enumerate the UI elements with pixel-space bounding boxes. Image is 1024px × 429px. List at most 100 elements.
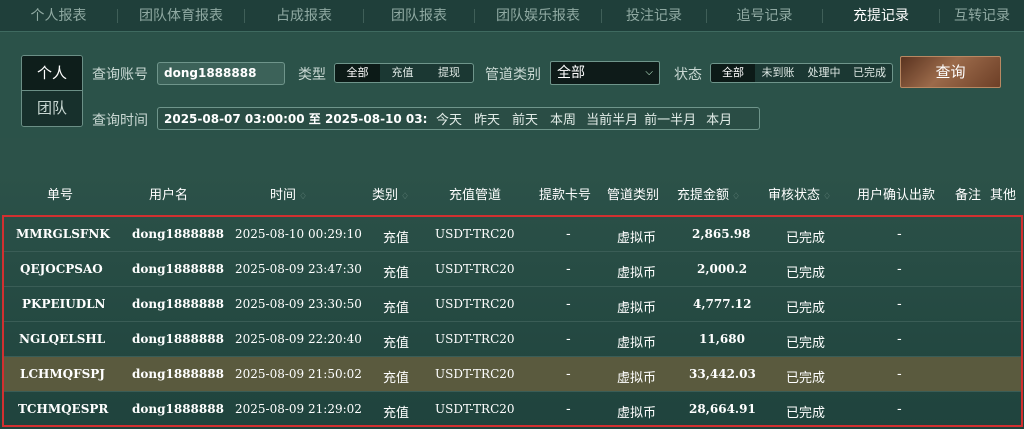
cell-category: 充值 [383,406,410,421]
header-review-status[interactable]: 审核状态 ♢ [768,184,831,203]
status-all-option[interactable]: 全部 [711,64,755,82]
header-order-id: 单号 [47,188,74,203]
cell-channel: USDT-TRC20 [435,367,515,381]
tab-personal-report[interactable]: 个人报表 [0,0,117,32]
cell-time: 2025-08-10 00:29:10 [235,227,362,241]
cell-card: - [566,367,571,382]
channel-type-label: 管道类别 [485,67,541,83]
type-all-option[interactable]: 全部 [335,64,380,82]
cell-time: 2025-08-09 21:50:02 [235,367,362,381]
cell-channel-type: 虚拟币 [617,266,657,281]
cell-time: 2025-08-09 23:47:30 [235,262,362,276]
cell-amount: 11,680 [699,332,745,346]
cell-review-status: 已完成 [786,406,826,421]
range-this-week[interactable]: 本周 [550,109,576,128]
sort-icon: ♢ [401,192,410,202]
cell-category: 充值 [383,336,410,351]
status-not-arrived-option[interactable]: 未到账 [755,64,801,82]
cell-review-status: 已完成 [786,336,826,351]
range-this-month[interactable]: 本月 [706,109,732,128]
cell-channel: USDT-TRC20 [435,297,515,311]
tab-transfer-records[interactable]: 互转记录 [940,0,1024,32]
header-review-status-label: 审核状态 [768,188,821,203]
header-withdraw-card: 提款卡号 [539,188,592,203]
table-row[interactable]: LCHMQFSPJ dong1888888 2025-08-09 21:50:0… [4,357,1021,392]
header-category[interactable]: 类别 ♢ [372,184,409,203]
table-row[interactable]: TCHMQESPR dong1888888 2025-08-09 21:29:0… [4,392,1021,427]
cell-time: 2025-08-09 22:20:40 [235,332,362,346]
cell-time: 2025-08-09 21:29:02 [235,402,362,416]
type-segmented-control: 全部 充值 提现 [334,63,474,83]
sort-icon: ♢ [732,192,741,202]
cell-username: dong1888888 [132,402,224,416]
cell-amount: 2,865.98 [692,227,751,241]
type-label: 类型 [298,67,326,83]
header-username: 用户名 [149,188,189,203]
cell-category: 充值 [383,371,410,386]
header-amount[interactable]: 充提金额 ♢ [677,184,740,203]
table-row[interactable]: QEJOCPSAO dong1888888 2025-08-09 23:47:3… [4,252,1021,287]
cell-category: 充值 [383,266,410,281]
cell-channel: USDT-TRC20 [435,262,515,276]
table-row[interactable]: MMRGLSFNK dong1888888 2025-08-10 00:29:1… [4,217,1021,252]
cell-username: dong1888888 [132,367,224,381]
sort-icon: ♢ [823,192,832,202]
cell-user-confirm: - [897,262,902,277]
status-completed-option[interactable]: 已完成 [847,64,892,82]
header-other: 其他 [990,188,1017,203]
status-label: 状态 [674,67,702,83]
cell-review-status: 已完成 [786,301,826,316]
range-current-half-month[interactable]: 当前半月 [586,109,638,128]
status-segmented-control: 全部 未到账 处理中 已完成 [710,63,893,83]
range-today[interactable]: 今天 [436,109,462,128]
chevron-down-icon: ⌵ [645,67,653,78]
range-day-before[interactable]: 前天 [512,109,538,128]
header-remark: 备注 [955,188,982,203]
channel-type-value: 全部 [557,65,585,81]
scope-personal-option[interactable]: 个人 [22,56,82,91]
cell-username: dong1888888 [132,297,224,311]
cell-amount: 4,777.12 [693,297,752,311]
range-yesterday[interactable]: 昨天 [474,109,500,128]
cell-time: 2025-08-09 23:30:50 [235,297,362,311]
tab-bet-records[interactable]: 投注记录 [602,0,706,32]
cell-amount: 2,000.2 [697,262,748,276]
tab-chase-records[interactable]: 追号记录 [707,0,822,32]
tab-share-report[interactable]: 占成报表 [245,0,363,32]
date-range-input[interactable]: 2025-08-07 03:00:00 至 2025-08-10 03:00:0 [158,110,428,127]
cell-review-status: 已完成 [786,371,826,386]
report-tab-bar: 个人报表 团队体育报表 占成报表 团队报表 团队娱乐报表 投注记录 追号记录 充… [0,0,1024,32]
cell-user-confirm: - [897,402,902,417]
cell-user-confirm: - [897,297,902,312]
type-withdraw-option[interactable]: 提现 [425,64,473,82]
records-table-body: MMRGLSFNK dong1888888 2025-08-10 00:29:1… [2,215,1023,427]
table-row[interactable]: NGLQELSHL dong1888888 2025-08-09 22:20:4… [4,322,1021,357]
channel-type-select[interactable]: 全部 ⌵ [550,61,660,85]
range-previous-half-month[interactable]: 前一半月 [644,109,696,128]
cell-order-id: NGLQELSHL [19,332,106,346]
scope-team-option[interactable]: 团队 [22,91,82,126]
cell-review-status: 已完成 [786,231,826,246]
header-deposit-channel: 充值管道 [449,188,502,203]
query-button[interactable]: 查询 [900,56,1001,88]
tab-team-sports-report[interactable]: 团队体育报表 [118,0,244,32]
cell-order-id: LCHMQFSPJ [20,367,105,381]
status-processing-option[interactable]: 处理中 [801,64,847,82]
cell-channel-type: 虚拟币 [617,371,657,386]
sort-icon: ♢ [299,192,308,202]
tab-team-report[interactable]: 团队报表 [364,0,474,32]
table-row[interactable]: PKPEIUDLN dong1888888 2025-08-09 23:30:5… [4,287,1021,322]
tab-deposit-withdraw-records[interactable]: 充提记录 [823,0,939,32]
tab-team-entertainment-report[interactable]: 团队娱乐报表 [475,0,601,32]
cell-channel: USDT-TRC20 [435,402,515,416]
cell-channel: USDT-TRC20 [435,332,515,346]
table-header: 单号 用户名 时间 ♢ 类别 ♢ 充值管道 提款卡号 管道类别 充提金额 ♢ 审核状态… [0,170,1024,214]
cell-card: - [566,332,571,347]
header-channel-type: 管道类别 [607,188,660,203]
cell-username: dong1888888 [132,332,224,346]
type-deposit-option[interactable]: 充值 [380,64,425,82]
cell-order-id: QEJOCPSAO [20,262,103,276]
cell-review-status: 已完成 [786,266,826,281]
account-input[interactable]: dong1888888 [157,62,285,85]
header-time[interactable]: 时间 ♢ [270,184,307,203]
